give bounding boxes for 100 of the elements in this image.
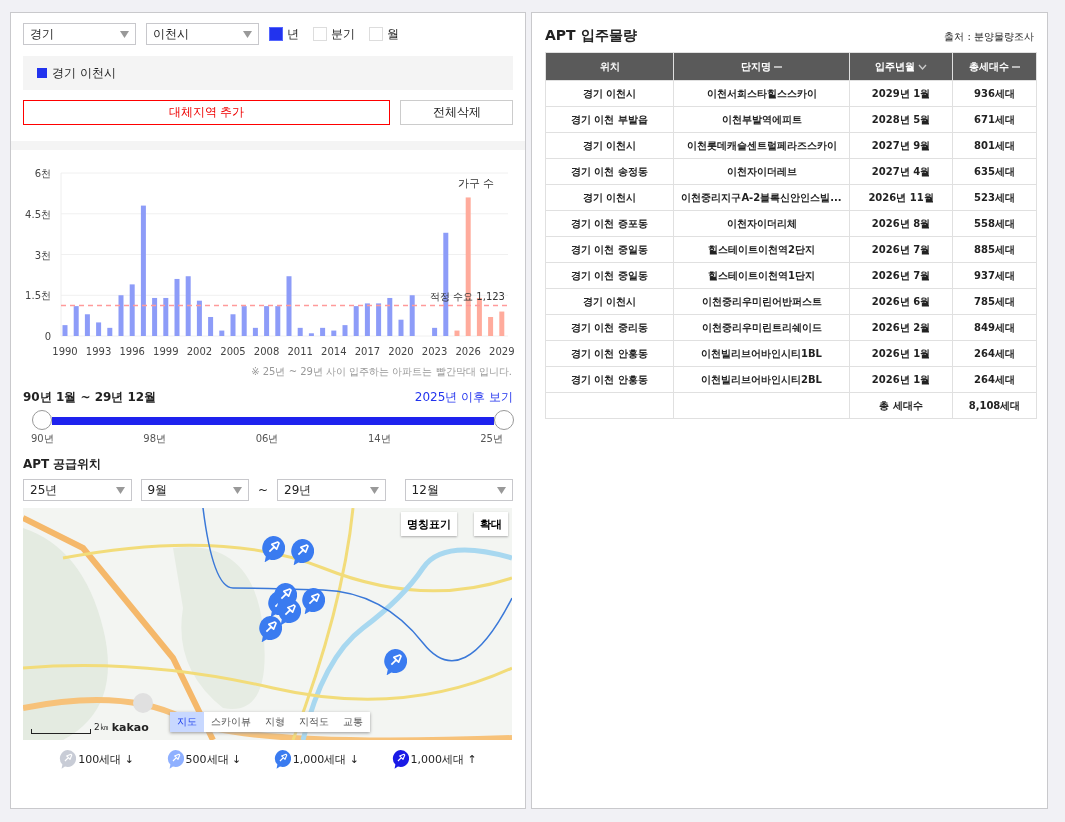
table-cell: 이천자이더레브 xyxy=(673,158,850,185)
bar xyxy=(432,327,438,336)
x-tick-label: 2014 xyxy=(321,346,347,357)
caret-icon xyxy=(369,486,379,494)
bar xyxy=(409,295,415,336)
threshold-label: 적정 수요 1,123 xyxy=(430,291,505,303)
map-type-tab[interactable]: 교통 xyxy=(336,712,370,732)
table-cell: 경기 이천 중일동 xyxy=(545,262,674,289)
dropdown[interactable]: 이천시 xyxy=(146,23,259,45)
checkbox-label: 월 xyxy=(387,25,399,43)
total-label: 총 세대수 xyxy=(849,392,953,419)
bar xyxy=(129,284,135,336)
bar xyxy=(241,306,247,336)
dropdown[interactable]: 9월 xyxy=(140,479,249,501)
x-tick-label: 2002 xyxy=(186,346,213,357)
table-cell: 671세대 xyxy=(952,106,1037,133)
map-type-tab[interactable]: 지도 xyxy=(170,712,204,732)
link[interactable]: 2025년 이후 보기 xyxy=(414,389,513,406)
slider-tick-label: 98년 xyxy=(143,432,167,446)
map-marker-icon xyxy=(290,539,314,566)
dropdown[interactable]: 12월 xyxy=(404,479,513,501)
table-cell: 경기 이천시 xyxy=(545,80,674,107)
table-cell: 264세대 xyxy=(952,366,1037,393)
bar xyxy=(499,311,505,336)
table-cell: 이천중리지구A-2블록신안인스빌... xyxy=(673,184,850,211)
column-header[interactable]: 총세대수 xyxy=(952,52,1037,81)
bar xyxy=(163,297,169,336)
table-cell: 885세대 xyxy=(952,236,1037,263)
table-cell: 849세대 xyxy=(952,314,1037,341)
x-tick-label: 1996 xyxy=(119,346,145,357)
table-cell: 2026년 11월 xyxy=(849,184,953,211)
total-value: 8,108세대 xyxy=(952,392,1037,419)
checkbox-label: 년 xyxy=(287,25,299,43)
map-button[interactable]: 명칭표기 xyxy=(401,512,457,536)
y-tick-label: 4.5천 xyxy=(25,208,51,220)
bar xyxy=(107,327,113,336)
map-button[interactable]: 확대 xyxy=(474,512,508,536)
dropdown[interactable]: 25년 xyxy=(23,479,132,501)
y-tick-label: 1.5천 xyxy=(25,290,51,302)
table-cell: 2026년 2월 xyxy=(849,314,953,341)
dropdown[interactable]: 경기 xyxy=(23,23,136,45)
map-marker-icon xyxy=(301,588,325,615)
legend-label: 100세대 ↓ xyxy=(78,751,134,767)
y-tick-label: 3천 xyxy=(34,249,51,261)
table-cell: 경기 이천 송정동 xyxy=(545,158,674,185)
column-header[interactable]: 입주년월 xyxy=(849,52,953,81)
slider-handle[interactable] xyxy=(494,410,514,430)
map-marker-icon xyxy=(273,583,297,610)
map-type-tab[interactable]: 스카이뷰 xyxy=(204,712,258,732)
map-marker-icon xyxy=(383,649,407,676)
table-cell: 경기 이천시 xyxy=(545,288,674,315)
caret-icon xyxy=(120,30,129,38)
table-cell: 경기 이천 안흥동 xyxy=(545,340,674,367)
chart-note: ※ 25년 ~ 29년 사이 입주하는 아파트는 빨간막대 입니다. xyxy=(250,365,513,379)
clear-all-button[interactable]: 전체삭제 xyxy=(400,100,513,125)
bar xyxy=(252,327,258,336)
dropdown[interactable]: 29년 xyxy=(277,479,386,501)
bar xyxy=(353,306,359,336)
table-cell: 558세대 xyxy=(952,210,1037,237)
column-header[interactable]: 단지명 xyxy=(673,52,850,81)
table-cell: 경기 이천 중리동 xyxy=(545,314,674,341)
bar xyxy=(297,327,303,336)
checkbox-label: 분기 xyxy=(331,25,355,43)
x-tick-label: 2011 xyxy=(287,346,313,357)
source-note: 출처 : 분양물량조사 xyxy=(944,30,1034,44)
bar xyxy=(84,314,90,336)
table-cell: 785세대 xyxy=(952,288,1037,315)
bar xyxy=(308,333,314,336)
map-marker-icon xyxy=(59,750,77,769)
x-tick-label: 2005 xyxy=(220,346,246,357)
map-type-tab[interactable]: 지형 xyxy=(258,712,292,732)
table-cell: 635세대 xyxy=(952,158,1037,185)
bar xyxy=(286,276,292,336)
caret-icon xyxy=(115,486,125,494)
table-cell: 2027년 9월 xyxy=(849,132,953,159)
bar xyxy=(264,306,270,336)
slider-tick-label: 06년 xyxy=(255,432,279,446)
table-cell: 이천부발역에피트 xyxy=(673,106,850,133)
add-region-button[interactable]: 대체지역 추가 xyxy=(23,100,390,125)
slider-handle[interactable] xyxy=(32,410,52,430)
bar xyxy=(454,330,460,336)
panel-title: APT 입주물량 xyxy=(545,27,637,45)
x-tick-label: 2008 xyxy=(253,346,280,357)
range-separator: ~ xyxy=(258,483,269,497)
table-cell: 523세대 xyxy=(952,184,1037,211)
bar xyxy=(96,322,102,336)
table-cell: 경기 이천 중일동 xyxy=(545,236,674,263)
x-tick-label: 2026 xyxy=(455,346,481,357)
table-cell: 힐스테이트이천역1단지 xyxy=(673,262,850,289)
x-tick-label: 2017 xyxy=(354,346,381,357)
table-cell: 이천빌리브어바인시티2BL xyxy=(673,366,850,393)
bar xyxy=(118,295,124,336)
section-title: APT 공급위치 xyxy=(23,456,103,473)
map-marker-icon xyxy=(273,750,291,769)
checkbox[interactable] xyxy=(269,27,283,41)
bar xyxy=(275,306,281,336)
map-type-tab[interactable]: 지적도 xyxy=(292,712,336,732)
table-cell: 이천중리우미린어반퍼스트 xyxy=(673,288,850,315)
table-cell: 경기 이천 증포동 xyxy=(545,210,674,237)
bar xyxy=(196,300,202,336)
